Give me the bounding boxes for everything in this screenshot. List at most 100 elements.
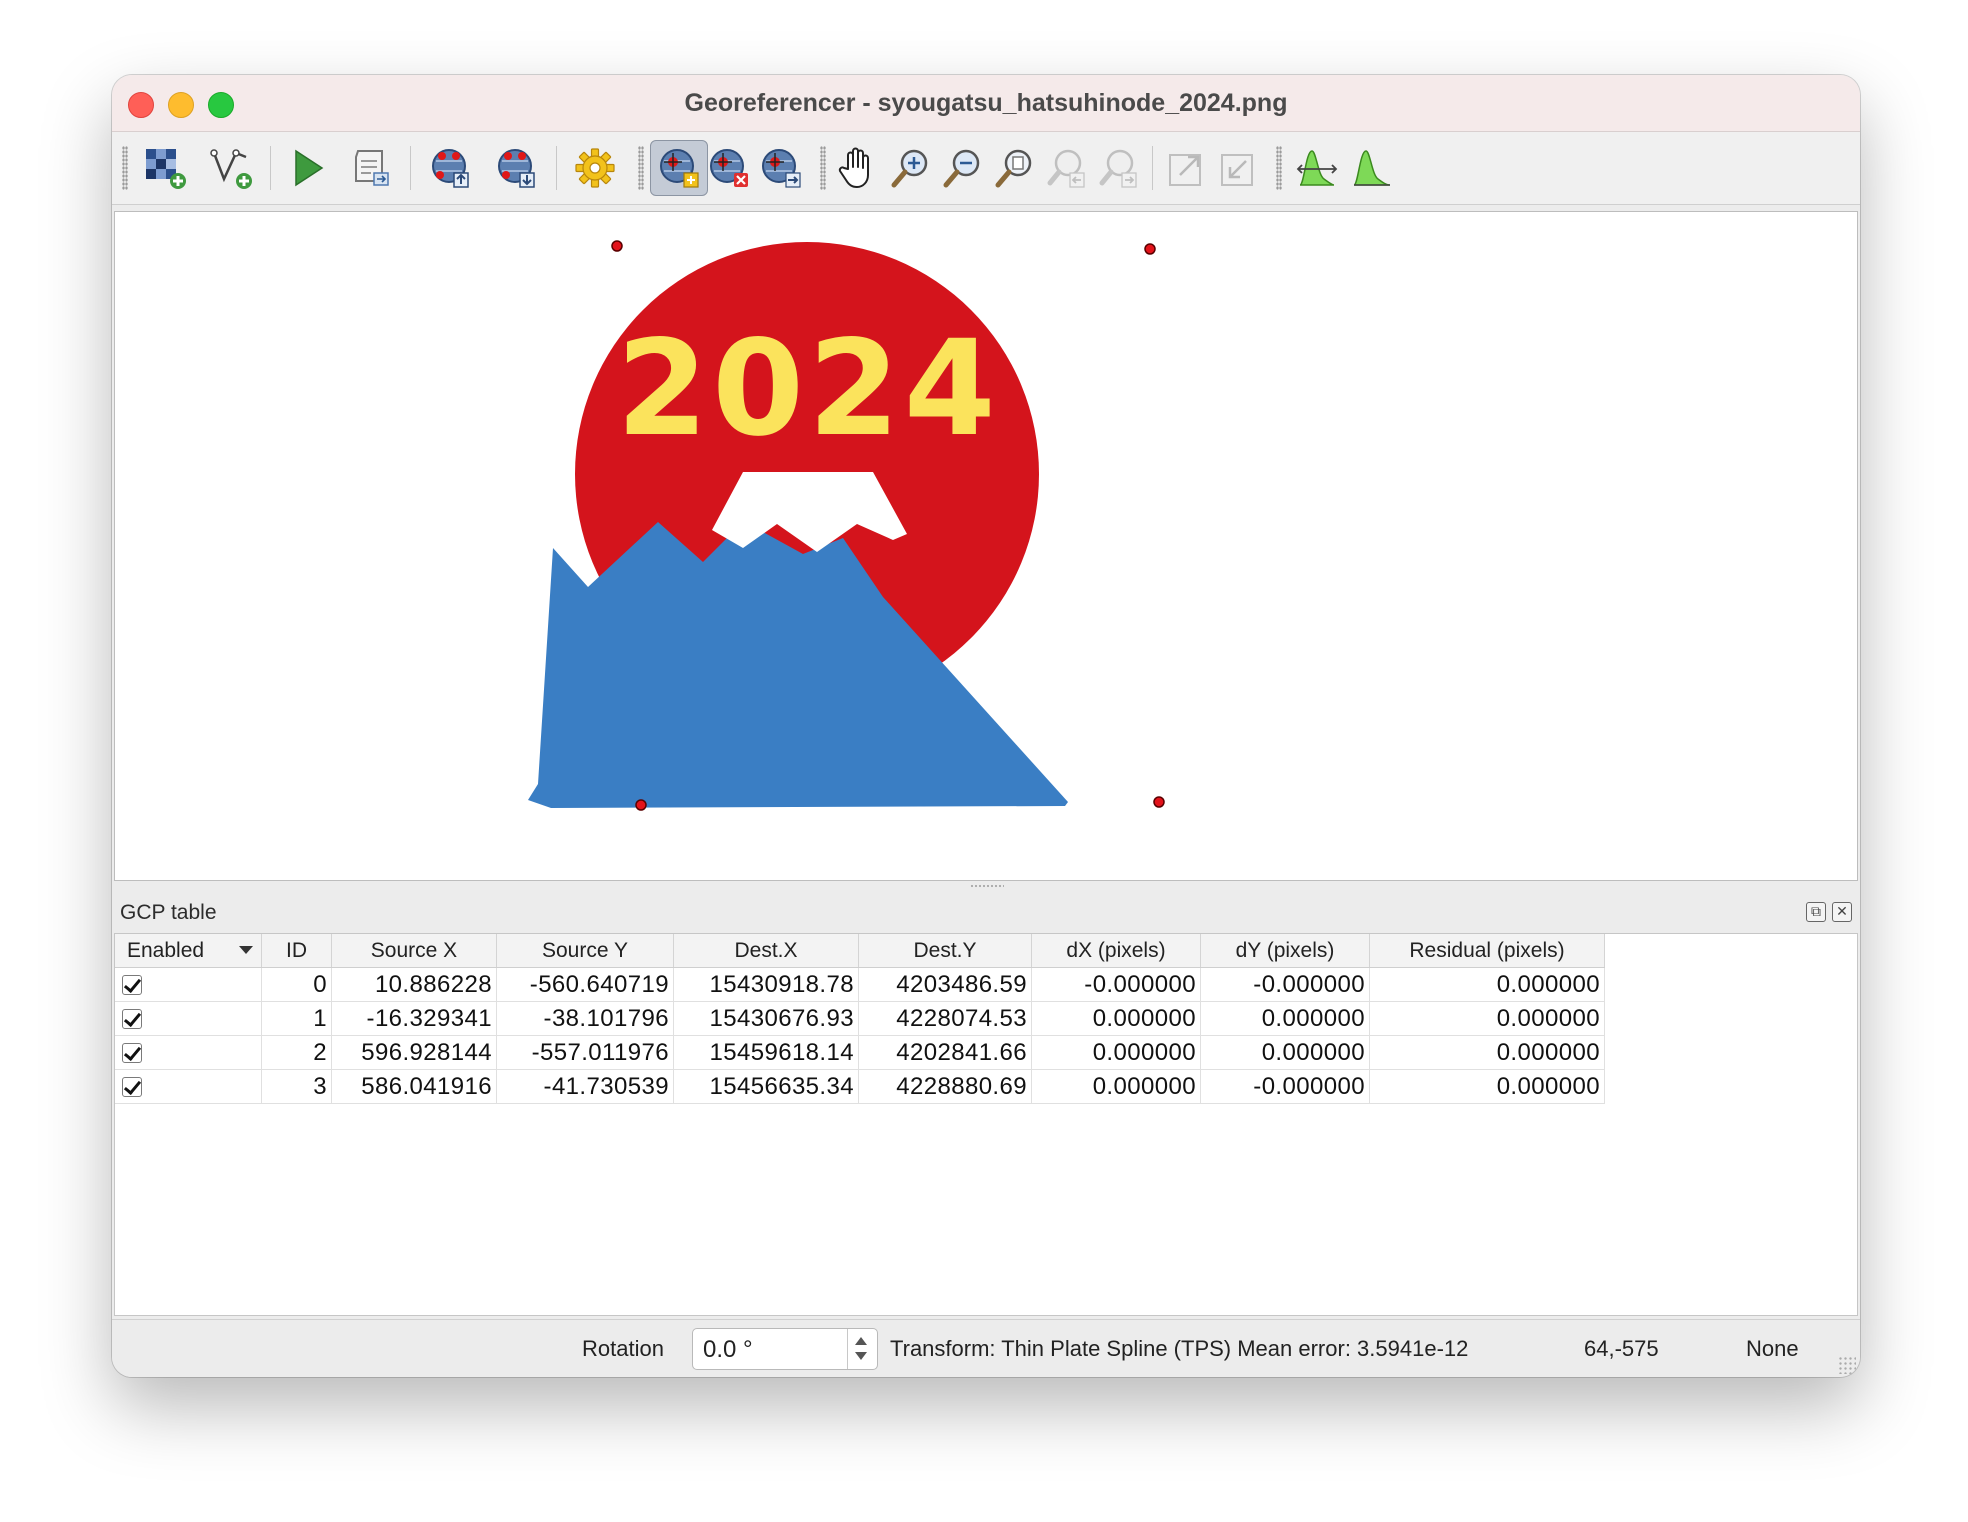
column-header-source-y[interactable]: Source Y (496, 934, 674, 968)
run-button[interactable] (278, 140, 336, 196)
cell-source-x[interactable]: 586.041916 (331, 1069, 497, 1104)
histogram-stretch-button[interactable] (1288, 140, 1346, 196)
cell-dy[interactable]: -0.000000 (1200, 967, 1370, 1002)
float-panel-button[interactable]: ⧉ (1806, 902, 1826, 922)
column-header-dest-y[interactable]: Dest.Y (858, 934, 1032, 968)
table-row[interactable]: 3 586.041916 -41.730539 15456635.34 4228880.… (115, 1069, 1605, 1104)
window-title: Georeferencer - syougatsu_hatsuhinode_20… (684, 89, 1288, 117)
load-gcp-button[interactable] (422, 140, 480, 196)
cell-residual[interactable]: 0.000000 (1369, 967, 1605, 1002)
cell-id[interactable]: 1 (261, 1001, 332, 1036)
year-text: 2024 (616, 312, 999, 466)
map-canvas[interactable]: 2024 (114, 211, 1858, 881)
cell-dx[interactable]: -0.000000 (1031, 967, 1201, 1002)
delete-point-button[interactable] (700, 140, 758, 196)
table-row[interactable]: 0 10.886228 -560.640719 15430918.78 4203486.… (115, 967, 1605, 1002)
gcp-marker-3[interactable] (1144, 243, 1156, 255)
cell-id[interactable]: 3 (261, 1069, 332, 1104)
resize-grip[interactable] (1838, 1356, 1856, 1374)
toolbar-handle-4[interactable] (1276, 146, 1282, 190)
column-header-enabled[interactable]: Enabled (115, 934, 262, 968)
cell-dx[interactable]: 0.000000 (1031, 1069, 1201, 1104)
cell-dest-y[interactable]: 4202841.66 (858, 1035, 1032, 1070)
cell-source-x[interactable]: 596.928144 (331, 1035, 497, 1070)
cell-residual[interactable]: 0.000000 (1369, 1069, 1605, 1104)
enabled-checkbox[interactable] (122, 1077, 142, 1098)
column-header-id[interactable]: ID (261, 934, 332, 968)
toolbar-handle-3[interactable] (820, 146, 826, 190)
column-header-dy[interactable]: dY (pixels) (1200, 934, 1370, 968)
cell-dest-x[interactable]: 15430918.78 (673, 967, 859, 1002)
gcp-marker-1[interactable] (611, 240, 623, 252)
enabled-checkbox[interactable] (122, 1009, 142, 1030)
column-header-dest-x[interactable]: Dest.X (673, 934, 859, 968)
title-bar[interactable]: Georeferencer - syougatsu_hatsuhinode_20… (112, 75, 1860, 132)
cell-dest-x[interactable]: 15459618.14 (673, 1035, 859, 1070)
column-header-source-x[interactable]: Source X (331, 934, 497, 968)
panel-splitter[interactable] (112, 881, 1860, 891)
transformation-settings-button[interactable] (566, 140, 624, 196)
rotation-value[interactable]: 0.0 ° (703, 1336, 753, 1364)
enabled-cell[interactable] (115, 967, 262, 1002)
gcp-marker-0[interactable] (635, 799, 647, 811)
histogram-cumulative-button[interactable] (1342, 140, 1400, 196)
link-georef-button[interactable] (1158, 140, 1216, 196)
zoom-layer-icon (995, 149, 1032, 188)
sort-down-icon (239, 946, 253, 954)
toolbar-handle[interactable] (122, 146, 128, 190)
open-raster-button[interactable] (136, 140, 194, 196)
column-header-residual[interactable]: Residual (pixels) (1369, 934, 1605, 968)
cell-dy[interactable]: -0.000000 (1200, 1069, 1370, 1104)
cell-id[interactable]: 2 (261, 1035, 332, 1070)
cell-source-y[interactable]: -41.730539 (496, 1069, 674, 1104)
zoom-last-button[interactable] (1038, 140, 1096, 196)
cell-id[interactable]: 0 (261, 967, 332, 1002)
cell-dest-y[interactable]: 4228074.53 (858, 1001, 1032, 1036)
move-point-button[interactable] (752, 140, 810, 196)
cell-residual[interactable]: 0.000000 (1369, 1001, 1605, 1036)
crs-indicator[interactable]: None (1746, 1336, 1799, 1362)
rotation-label: Rotation (582, 1336, 664, 1361)
cell-dest-y[interactable]: 4203486.59 (858, 967, 1032, 1002)
zoom-in-icon (891, 149, 928, 188)
cell-dest-x[interactable]: 15430676.93 (673, 1001, 859, 1036)
zoom-out-button[interactable] (934, 140, 992, 196)
table-row[interactable]: 1 -16.329341 -38.101796 15430676.93 4228074.… (115, 1001, 1605, 1036)
spin-down-icon[interactable] (855, 1352, 867, 1360)
rotation-spinbox[interactable]: 0.0 ° (692, 1328, 878, 1370)
cell-dest-y[interactable]: 4228880.69 (858, 1069, 1032, 1104)
generate-script-button[interactable] (342, 140, 400, 196)
zoom-out-icon (943, 149, 980, 188)
cell-residual[interactable]: 0.000000 (1369, 1035, 1605, 1070)
cell-source-y[interactable]: -560.640719 (496, 967, 674, 1002)
start-georeferencing-button[interactable] (202, 140, 260, 196)
cell-source-x[interactable]: 10.886228 (331, 967, 497, 1002)
gcp-panel-title: GCP table (120, 901, 217, 924)
splitter-grip[interactable] (970, 884, 1004, 888)
spin-up-icon[interactable] (855, 1337, 867, 1345)
cell-source-x[interactable]: -16.329341 (331, 1001, 497, 1036)
zoom-to-layer-button[interactable] (986, 140, 1044, 196)
pan-button[interactable] (828, 140, 886, 196)
cell-dx[interactable]: 0.000000 (1031, 1035, 1201, 1070)
enabled-checkbox[interactable] (122, 975, 142, 996)
link-qgis-button[interactable] (1210, 140, 1268, 196)
zoom-next-button[interactable] (1090, 140, 1148, 196)
close-panel-button[interactable]: ✕ (1832, 902, 1852, 922)
enabled-cell[interactable] (115, 1001, 262, 1036)
table-row[interactable]: 2 596.928144 -557.011976 15459618.14 4202841… (115, 1035, 1605, 1070)
enabled-cell[interactable] (115, 1035, 262, 1070)
enabled-checkbox[interactable] (122, 1043, 142, 1064)
cell-dest-x[interactable]: 15456635.34 (673, 1069, 859, 1104)
enabled-cell[interactable] (115, 1069, 262, 1104)
cell-dy[interactable]: 0.000000 (1200, 1035, 1370, 1070)
toolbar-handle-2[interactable] (638, 146, 644, 190)
column-header-dx[interactable]: dX (pixels) (1031, 934, 1201, 968)
zoom-in-button[interactable] (882, 140, 940, 196)
cell-source-y[interactable]: -557.011976 (496, 1035, 674, 1070)
gcp-marker-2[interactable] (1153, 796, 1165, 808)
cell-source-y[interactable]: -38.101796 (496, 1001, 674, 1036)
save-gcp-button[interactable] (488, 140, 546, 196)
cell-dy[interactable]: 0.000000 (1200, 1001, 1370, 1036)
cell-dx[interactable]: 0.000000 (1031, 1001, 1201, 1036)
